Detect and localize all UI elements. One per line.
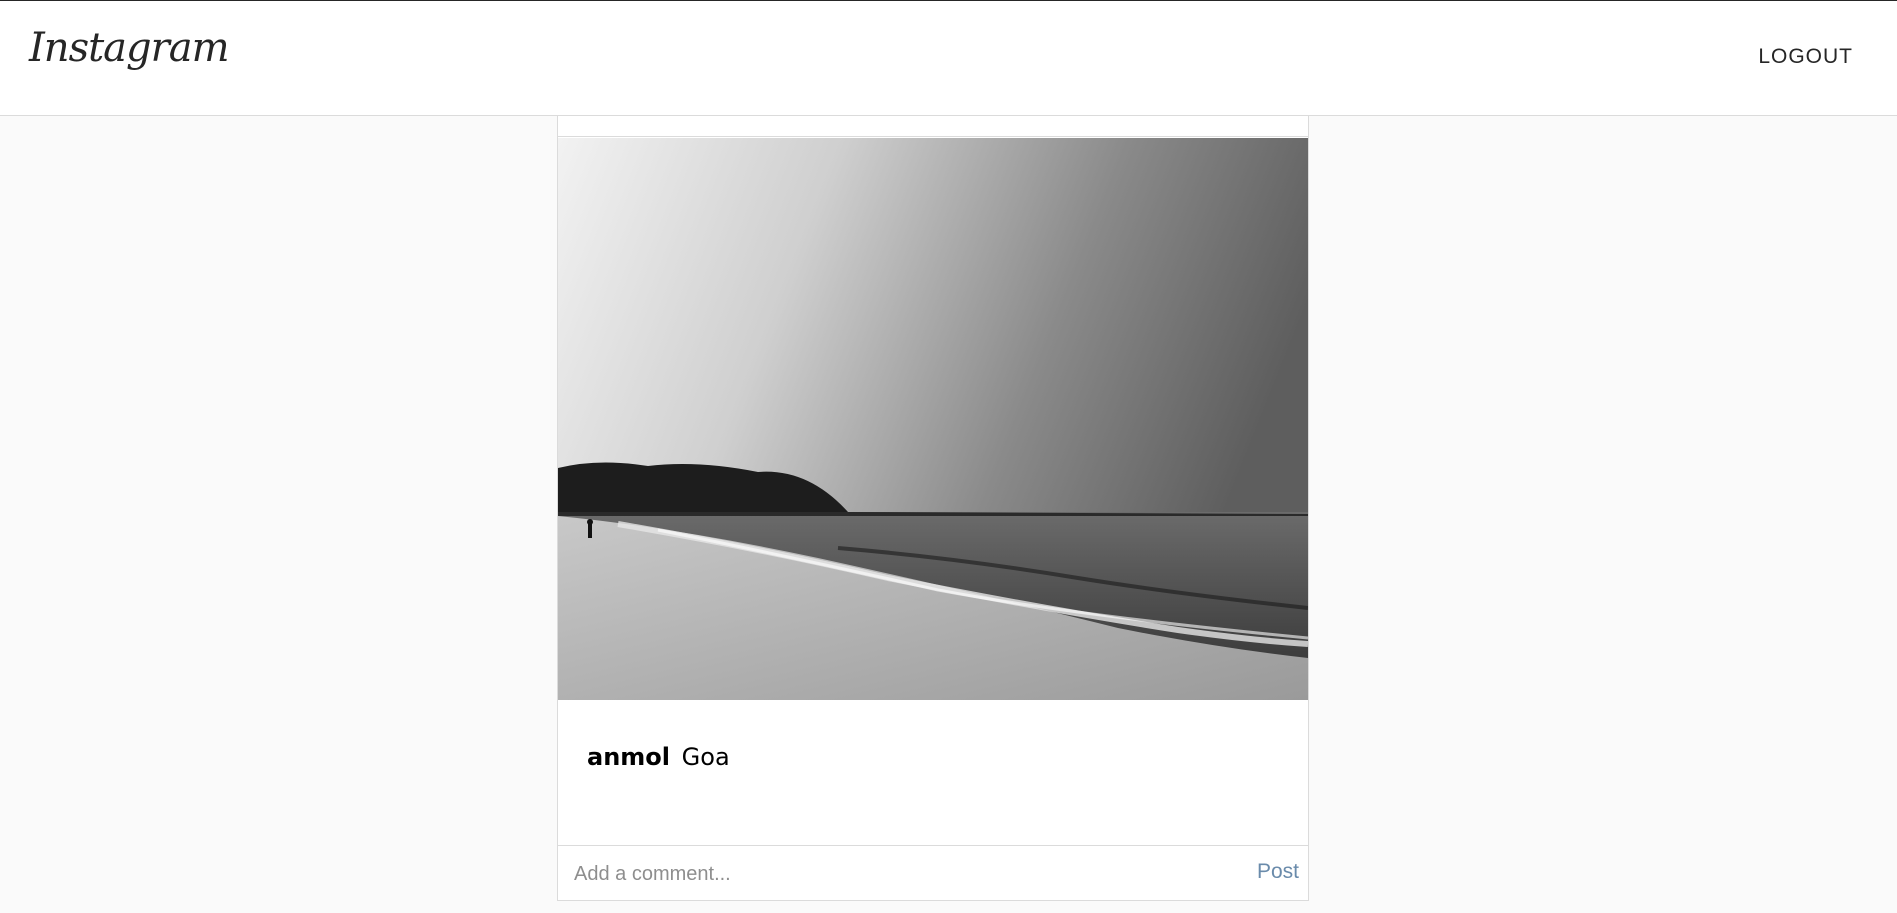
- post-comment-button[interactable]: Post: [1257, 860, 1299, 884]
- caption-username[interactable]: anmol: [587, 743, 670, 771]
- logout-button[interactable]: LOGOUT: [1758, 45, 1853, 69]
- post-image: [558, 138, 1308, 700]
- caption-text: Goa: [681, 743, 730, 771]
- post-card: anmol Goa Post: [557, 116, 1309, 901]
- comment-input[interactable]: [572, 854, 1216, 894]
- beach-photo: [558, 138, 1308, 700]
- instagram-logo[interactable]: Instagram: [29, 25, 230, 71]
- comment-bar: Post: [558, 845, 1308, 901]
- post-header-divider: [558, 116, 1308, 137]
- top-nav: Instagram LOGOUT: [0, 0, 1897, 116]
- post-caption: anmol Goa: [587, 743, 730, 771]
